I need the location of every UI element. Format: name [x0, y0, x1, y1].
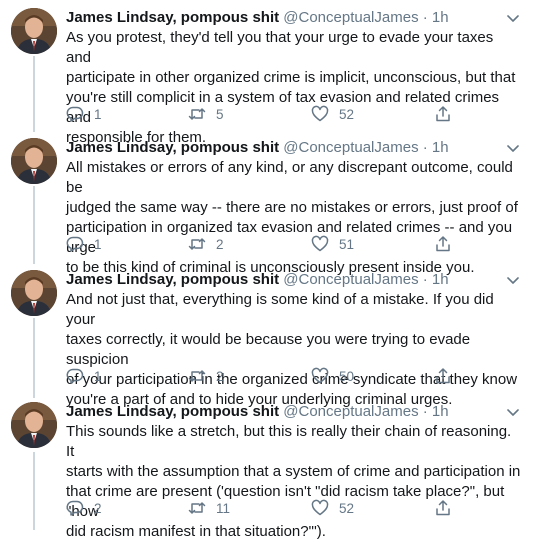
reply-button[interactable]: 1	[66, 104, 102, 124]
share-icon	[436, 236, 450, 252]
tweet-actions: 1 2 51	[66, 234, 466, 254]
chevron-down-icon[interactable]	[505, 272, 521, 288]
author-name[interactable]: James Lindsay, pompous shit	[66, 139, 279, 156]
share-icon	[436, 368, 450, 384]
retweet-icon	[188, 370, 206, 382]
separator: ·	[422, 271, 428, 288]
author-name[interactable]: James Lindsay, pompous shit	[66, 271, 279, 288]
author-name[interactable]: James Lindsay, pompous shit	[66, 403, 279, 420]
tweet-header: James Lindsay, pompous shit @ConceptualJ…	[66, 138, 521, 158]
author-name[interactable]: James Lindsay, pompous shit	[66, 9, 279, 26]
chevron-down-icon[interactable]	[505, 404, 521, 420]
separator: ·	[422, 139, 428, 156]
reply-icon	[66, 236, 84, 252]
tweet[interactable]: James Lindsay, pompous shit @ConceptualJ…	[0, 138, 535, 276]
tweet-text: And not just that, everything is some ki…	[66, 291, 518, 408]
retweet-count: 5	[216, 106, 224, 122]
retweet-button[interactable]: 11	[188, 498, 230, 518]
reply-button[interactable]: 1	[66, 366, 102, 386]
reply-button[interactable]: 1	[66, 234, 102, 254]
retweet-count: 2	[216, 368, 224, 384]
share-button[interactable]	[434, 234, 462, 254]
share-icon	[436, 106, 450, 122]
retweet-button[interactable]: 5	[188, 104, 224, 124]
retweet-icon	[188, 238, 206, 250]
avatar[interactable]	[11, 270, 57, 316]
retweet-icon	[188, 502, 206, 514]
avatar[interactable]	[11, 8, 57, 54]
heart-icon	[311, 235, 329, 252]
reply-count: 1	[94, 106, 102, 122]
tweet-header: James Lindsay, pompous shit @ConceptualJ…	[66, 402, 521, 422]
like-count: 52	[339, 500, 355, 516]
separator: ·	[422, 9, 428, 26]
tweet-actions: 1 5 52	[66, 104, 466, 124]
retweet-count: 2	[216, 236, 224, 252]
tweet-text: All mistakes or errors of any kind, or a…	[66, 159, 518, 276]
tweet-text: As you protest, they'd tell you that you…	[66, 29, 516, 146]
avatar[interactable]	[11, 402, 57, 448]
author-handle[interactable]: @ConceptualJames	[283, 9, 418, 26]
reply-count: 1	[94, 368, 102, 384]
like-count: 50	[339, 368, 355, 384]
reply-icon	[66, 106, 84, 122]
timestamp[interactable]: 1h	[432, 9, 449, 26]
retweet-button[interactable]: 2	[188, 366, 224, 386]
timestamp[interactable]: 1h	[432, 403, 449, 420]
avatar[interactable]	[11, 138, 57, 184]
timestamp[interactable]: 1h	[432, 271, 449, 288]
retweet-count: 11	[216, 500, 231, 516]
reply-count: 2	[94, 500, 102, 516]
tweet[interactable]: James Lindsay, pompous shit @ConceptualJ…	[0, 8, 535, 146]
author-handle[interactable]: @ConceptualJames	[283, 403, 418, 420]
reply-icon	[66, 500, 84, 516]
share-button[interactable]	[434, 366, 462, 386]
like-button[interactable]: 52	[311, 498, 354, 518]
share-icon	[436, 500, 450, 516]
retweet-button[interactable]: 2	[188, 234, 224, 254]
reply-icon	[66, 368, 84, 384]
like-button[interactable]: 50	[311, 366, 354, 386]
heart-icon	[311, 367, 329, 384]
like-button[interactable]: 51	[311, 234, 354, 254]
tweet[interactable]: James Lindsay, pompous shit @ConceptualJ…	[0, 402, 535, 540]
separator: ·	[422, 403, 428, 420]
share-button[interactable]	[434, 498, 462, 518]
tweet-header: James Lindsay, pompous shit @ConceptualJ…	[66, 270, 521, 290]
author-handle[interactable]: @ConceptualJames	[283, 271, 418, 288]
like-count: 52	[339, 106, 355, 122]
chevron-down-icon[interactable]	[505, 140, 521, 156]
like-count: 51	[339, 236, 355, 252]
timestamp[interactable]: 1h	[432, 139, 449, 156]
retweet-icon	[188, 108, 206, 120]
reply-button[interactable]: 2	[66, 498, 102, 518]
tweet-actions: 2 11 52	[66, 498, 466, 518]
tweet[interactable]: James Lindsay, pompous shit @ConceptualJ…	[0, 270, 535, 408]
heart-icon	[311, 499, 329, 516]
share-button[interactable]	[434, 104, 462, 124]
heart-icon	[311, 105, 329, 122]
tweet-header: James Lindsay, pompous shit @ConceptualJ…	[66, 8, 521, 28]
author-handle[interactable]: @ConceptualJames	[283, 139, 418, 156]
tweet-actions: 1 2 50	[66, 366, 466, 386]
chevron-down-icon[interactable]	[505, 10, 521, 26]
tweet-text: This sounds like a stretch, but this is …	[66, 423, 521, 540]
reply-count: 1	[94, 236, 102, 252]
like-button[interactable]: 52	[311, 104, 354, 124]
